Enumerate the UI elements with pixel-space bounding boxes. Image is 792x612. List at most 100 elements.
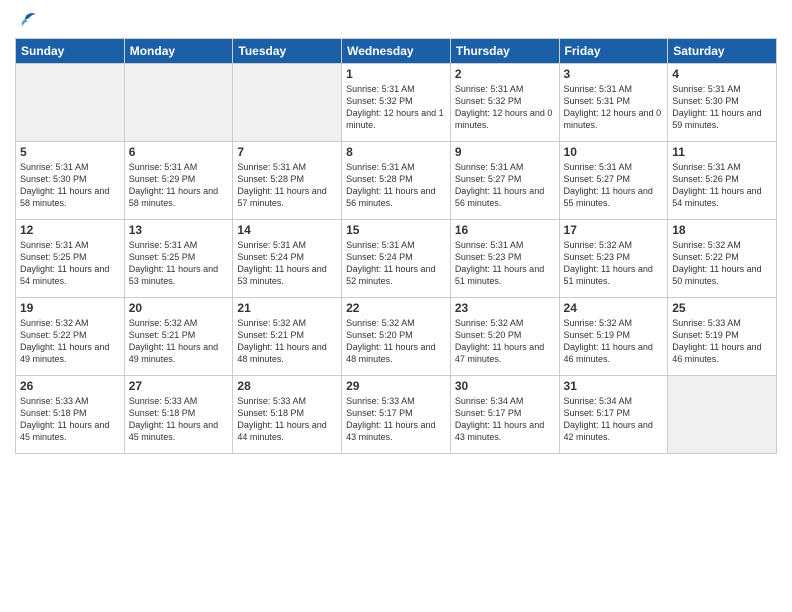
cell-content: Sunrise: 5:32 AMSunset: 5:23 PMDaylight:… xyxy=(564,239,664,288)
day-header-sunday: Sunday xyxy=(16,39,125,64)
cell-content: Sunrise: 5:33 AMSunset: 5:19 PMDaylight:… xyxy=(672,317,772,366)
day-number: 27 xyxy=(129,379,229,393)
week-row: 19 Sunrise: 5:32 AMSunset: 5:22 PMDaylig… xyxy=(16,298,777,376)
calendar-table: SundayMondayTuesdayWednesdayThursdayFrid… xyxy=(15,38,777,454)
cell-content: Sunrise: 5:31 AMSunset: 5:32 PMDaylight:… xyxy=(455,83,555,132)
day-number: 7 xyxy=(237,145,337,159)
calendar-cell: 10 Sunrise: 5:31 AMSunset: 5:27 PMDaylig… xyxy=(559,142,668,220)
day-number: 19 xyxy=(20,301,120,315)
day-number: 4 xyxy=(672,67,772,81)
day-header-wednesday: Wednesday xyxy=(342,39,451,64)
cell-content: Sunrise: 5:32 AMSunset: 5:20 PMDaylight:… xyxy=(346,317,446,366)
page-header xyxy=(15,10,777,32)
calendar-cell: 20 Sunrise: 5:32 AMSunset: 5:21 PMDaylig… xyxy=(124,298,233,376)
day-number: 2 xyxy=(455,67,555,81)
cell-content: Sunrise: 5:33 AMSunset: 5:17 PMDaylight:… xyxy=(346,395,446,444)
calendar-cell: 13 Sunrise: 5:31 AMSunset: 5:25 PMDaylig… xyxy=(124,220,233,298)
calendar-cell xyxy=(16,64,125,142)
calendar-cell: 7 Sunrise: 5:31 AMSunset: 5:28 PMDayligh… xyxy=(233,142,342,220)
calendar-cell: 8 Sunrise: 5:31 AMSunset: 5:28 PMDayligh… xyxy=(342,142,451,220)
day-header-thursday: Thursday xyxy=(450,39,559,64)
week-row: 26 Sunrise: 5:33 AMSunset: 5:18 PMDaylig… xyxy=(16,376,777,454)
day-header-tuesday: Tuesday xyxy=(233,39,342,64)
calendar-cell: 27 Sunrise: 5:33 AMSunset: 5:18 PMDaylig… xyxy=(124,376,233,454)
calendar-cell: 14 Sunrise: 5:31 AMSunset: 5:24 PMDaylig… xyxy=(233,220,342,298)
day-number: 5 xyxy=(20,145,120,159)
day-number: 30 xyxy=(455,379,555,393)
cell-content: Sunrise: 5:32 AMSunset: 5:21 PMDaylight:… xyxy=(237,317,337,366)
cell-content: Sunrise: 5:31 AMSunset: 5:28 PMDaylight:… xyxy=(237,161,337,210)
calendar-cell: 22 Sunrise: 5:32 AMSunset: 5:20 PMDaylig… xyxy=(342,298,451,376)
cell-content: Sunrise: 5:31 AMSunset: 5:27 PMDaylight:… xyxy=(455,161,555,210)
day-number: 10 xyxy=(564,145,664,159)
cell-content: Sunrise: 5:34 AMSunset: 5:17 PMDaylight:… xyxy=(564,395,664,444)
cell-content: Sunrise: 5:31 AMSunset: 5:25 PMDaylight:… xyxy=(20,239,120,288)
cell-content: Sunrise: 5:31 AMSunset: 5:28 PMDaylight:… xyxy=(346,161,446,210)
page-container: SundayMondayTuesdayWednesdayThursdayFrid… xyxy=(0,0,792,464)
day-number: 13 xyxy=(129,223,229,237)
day-number: 15 xyxy=(346,223,446,237)
calendar-cell: 25 Sunrise: 5:33 AMSunset: 5:19 PMDaylig… xyxy=(668,298,777,376)
calendar-cell xyxy=(668,376,777,454)
cell-content: Sunrise: 5:32 AMSunset: 5:22 PMDaylight:… xyxy=(20,317,120,366)
day-number: 23 xyxy=(455,301,555,315)
cell-content: Sunrise: 5:31 AMSunset: 5:24 PMDaylight:… xyxy=(346,239,446,288)
cell-content: Sunrise: 5:31 AMSunset: 5:24 PMDaylight:… xyxy=(237,239,337,288)
calendar-cell: 15 Sunrise: 5:31 AMSunset: 5:24 PMDaylig… xyxy=(342,220,451,298)
day-number: 3 xyxy=(564,67,664,81)
calendar-cell: 29 Sunrise: 5:33 AMSunset: 5:17 PMDaylig… xyxy=(342,376,451,454)
calendar-cell: 6 Sunrise: 5:31 AMSunset: 5:29 PMDayligh… xyxy=(124,142,233,220)
day-number: 8 xyxy=(346,145,446,159)
day-number: 17 xyxy=(564,223,664,237)
day-number: 12 xyxy=(20,223,120,237)
cell-content: Sunrise: 5:31 AMSunset: 5:26 PMDaylight:… xyxy=(672,161,772,210)
day-header-friday: Friday xyxy=(559,39,668,64)
calendar-cell: 17 Sunrise: 5:32 AMSunset: 5:23 PMDaylig… xyxy=(559,220,668,298)
logo xyxy=(15,10,39,32)
header-row: SundayMondayTuesdayWednesdayThursdayFrid… xyxy=(16,39,777,64)
calendar-cell: 21 Sunrise: 5:32 AMSunset: 5:21 PMDaylig… xyxy=(233,298,342,376)
cell-content: Sunrise: 5:33 AMSunset: 5:18 PMDaylight:… xyxy=(129,395,229,444)
day-number: 25 xyxy=(672,301,772,315)
cell-content: Sunrise: 5:31 AMSunset: 5:25 PMDaylight:… xyxy=(129,239,229,288)
cell-content: Sunrise: 5:32 AMSunset: 5:21 PMDaylight:… xyxy=(129,317,229,366)
day-number: 14 xyxy=(237,223,337,237)
day-number: 24 xyxy=(564,301,664,315)
day-number: 22 xyxy=(346,301,446,315)
day-header-saturday: Saturday xyxy=(668,39,777,64)
cell-content: Sunrise: 5:33 AMSunset: 5:18 PMDaylight:… xyxy=(20,395,120,444)
day-number: 18 xyxy=(672,223,772,237)
calendar-cell: 30 Sunrise: 5:34 AMSunset: 5:17 PMDaylig… xyxy=(450,376,559,454)
calendar-cell: 3 Sunrise: 5:31 AMSunset: 5:31 PMDayligh… xyxy=(559,64,668,142)
calendar-cell: 12 Sunrise: 5:31 AMSunset: 5:25 PMDaylig… xyxy=(16,220,125,298)
cell-content: Sunrise: 5:33 AMSunset: 5:18 PMDaylight:… xyxy=(237,395,337,444)
calendar-cell: 23 Sunrise: 5:32 AMSunset: 5:20 PMDaylig… xyxy=(450,298,559,376)
day-number: 6 xyxy=(129,145,229,159)
day-number: 20 xyxy=(129,301,229,315)
calendar-cell: 28 Sunrise: 5:33 AMSunset: 5:18 PMDaylig… xyxy=(233,376,342,454)
calendar-cell: 19 Sunrise: 5:32 AMSunset: 5:22 PMDaylig… xyxy=(16,298,125,376)
calendar-cell: 5 Sunrise: 5:31 AMSunset: 5:30 PMDayligh… xyxy=(16,142,125,220)
cell-content: Sunrise: 5:32 AMSunset: 5:20 PMDaylight:… xyxy=(455,317,555,366)
day-number: 31 xyxy=(564,379,664,393)
cell-content: Sunrise: 5:32 AMSunset: 5:19 PMDaylight:… xyxy=(564,317,664,366)
day-header-monday: Monday xyxy=(124,39,233,64)
cell-content: Sunrise: 5:31 AMSunset: 5:29 PMDaylight:… xyxy=(129,161,229,210)
cell-content: Sunrise: 5:31 AMSunset: 5:30 PMDaylight:… xyxy=(672,83,772,132)
calendar-cell xyxy=(233,64,342,142)
calendar-cell: 24 Sunrise: 5:32 AMSunset: 5:19 PMDaylig… xyxy=(559,298,668,376)
calendar-cell: 31 Sunrise: 5:34 AMSunset: 5:17 PMDaylig… xyxy=(559,376,668,454)
cell-content: Sunrise: 5:31 AMSunset: 5:27 PMDaylight:… xyxy=(564,161,664,210)
calendar-cell: 2 Sunrise: 5:31 AMSunset: 5:32 PMDayligh… xyxy=(450,64,559,142)
day-number: 29 xyxy=(346,379,446,393)
cell-content: Sunrise: 5:34 AMSunset: 5:17 PMDaylight:… xyxy=(455,395,555,444)
cell-content: Sunrise: 5:31 AMSunset: 5:32 PMDaylight:… xyxy=(346,83,446,132)
day-number: 11 xyxy=(672,145,772,159)
logo-icon xyxy=(15,10,37,32)
week-row: 1 Sunrise: 5:31 AMSunset: 5:32 PMDayligh… xyxy=(16,64,777,142)
calendar-cell: 18 Sunrise: 5:32 AMSunset: 5:22 PMDaylig… xyxy=(668,220,777,298)
day-number: 21 xyxy=(237,301,337,315)
week-row: 12 Sunrise: 5:31 AMSunset: 5:25 PMDaylig… xyxy=(16,220,777,298)
day-number: 28 xyxy=(237,379,337,393)
calendar-cell: 1 Sunrise: 5:31 AMSunset: 5:32 PMDayligh… xyxy=(342,64,451,142)
